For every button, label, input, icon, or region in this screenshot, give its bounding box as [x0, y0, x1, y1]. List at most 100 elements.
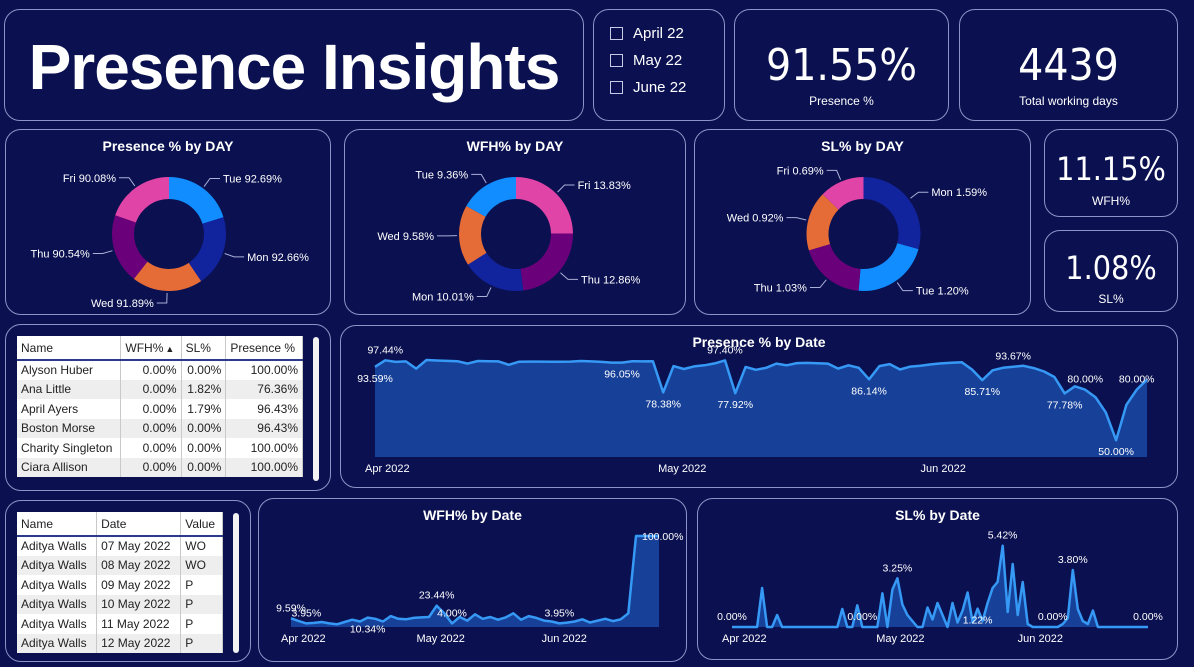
wfh-by-date-chart[interactable]: Apr 2022 May 2022 Jun 20229.59%3.95%10.34%… [259, 499, 687, 662]
kpi-sl-label: SL% [1098, 292, 1124, 306]
leader-line [786, 217, 807, 221]
month-option-june[interactable]: June 22 [610, 79, 686, 96]
kpi-presence-value: 91.55% [766, 40, 917, 91]
column-header-sl[interactable]: SL% [181, 336, 227, 361]
data-label: 23.44% [419, 590, 455, 602]
table-cell: WO [180, 536, 223, 556]
table-scrollbar[interactable] [233, 513, 239, 653]
month-option-april[interactable]: April 22 [610, 25, 684, 42]
table-cell: 0.00% [120, 457, 182, 477]
data-label: 86.14% [851, 385, 887, 397]
slice-label: Mon 1.59% [931, 187, 987, 199]
table-row[interactable]: April Ayers 0.00% 1.79% 96.43% [17, 399, 303, 419]
presence-by-day-donut[interactable]: Tue 92.69% Mon 92.66% Wed 91.89% Thu 90.54%… [6, 130, 331, 315]
table-row[interactable]: Aditya Walls 09 May 2022 P [17, 575, 223, 595]
table-cell: Ciara Allison [17, 457, 122, 477]
data-label: 1.22% [963, 615, 993, 627]
column-header-presence[interactable]: Presence % [225, 336, 303, 361]
data-label: 80.00% [1067, 374, 1103, 386]
leader-line [809, 279, 827, 289]
leader-line [560, 272, 579, 280]
table-cell: Aditya Walls [17, 536, 98, 556]
kpi-wfh-card: 11.15% WFH% [1044, 129, 1178, 217]
data-label: 93.67% [995, 351, 1031, 363]
slice-label: Mon 92.66% [247, 252, 309, 264]
table-row[interactable]: Aditya Walls 11 May 2022 P [17, 614, 223, 634]
data-label: 0.00% [1038, 611, 1068, 623]
table-cell: 09 May 2022 [96, 575, 182, 595]
donut-slice-thu[interactable] [520, 233, 573, 291]
sl-by-day-donut[interactable]: Mon 1.59% Tue 1.20% Thu 1.03% Wed 0.92% Fri … [695, 130, 1031, 315]
leader-line [92, 250, 113, 255]
donut-slice-thu[interactable] [808, 244, 861, 291]
leader-line [557, 184, 575, 193]
column-header-date[interactable]: Date [96, 512, 182, 537]
table-row[interactable]: Ana Little 0.00% 1.82% 76.36% [17, 379, 303, 399]
x-tick-label: Jun 2022 [542, 633, 587, 645]
data-label: 77.78% [1047, 399, 1083, 411]
employee-summary-card: Name WFH% ▲ SL% Presence % Alyson Huber 0.… [5, 324, 331, 491]
table-row[interactable]: Aditya Walls 07 May 2022 WO [17, 536, 223, 556]
table-row[interactable]: Alyson Huber 0.00% 0.00% 100.00% [17, 360, 303, 380]
table-cell: Aditya Walls [17, 614, 98, 634]
sl-by-date-chart[interactable]: Apr 2022 May 2022 Jun 2022 0.00% 0.00% 3.25% 1… [698, 499, 1178, 660]
slice-label: Tue 1.20% [916, 286, 969, 298]
table-cell: Aditya Walls [17, 633, 98, 653]
kpi-wfh-label: WFH% [1092, 194, 1130, 208]
table-cell: 96.43% [225, 418, 303, 438]
chart-title: SL% by Date [895, 507, 980, 523]
table-row[interactable]: Aditya Walls 10 May 2022 P [17, 594, 223, 614]
checkbox-icon[interactable] [610, 54, 623, 67]
column-header-name[interactable]: Name [17, 336, 122, 361]
data-label: 0.00% [717, 611, 747, 623]
table-cell: Boston Morse [17, 418, 122, 438]
table-cell: WO [180, 555, 223, 575]
column-header-wfh[interactable]: WFH% ▲ [120, 336, 182, 361]
table-row[interactable]: Aditya Walls 12 May 2022 P [17, 633, 223, 653]
table-row[interactable]: Aditya Walls 08 May 2022 WO [17, 555, 223, 575]
table-cell: P [180, 594, 223, 614]
table-cell: P [180, 575, 223, 595]
table-cell: 07 May 2022 [96, 536, 182, 556]
x-tick-label: May 2022 [876, 633, 924, 645]
table-cell: 0.00% [120, 360, 182, 380]
data-label: 0.00% [1133, 611, 1163, 623]
table-cell: 1.82% [181, 379, 227, 399]
x-tick-label: May 2022 [417, 633, 465, 645]
donut-slice-tue[interactable] [169, 177, 224, 224]
slice-label: Fri 13.83% [578, 180, 631, 192]
checkbox-icon[interactable] [610, 81, 623, 94]
month-option-may[interactable]: May 22 [610, 52, 682, 69]
table-row[interactable]: Ciara Allison 0.00% 0.00% 100.00% [17, 457, 303, 477]
data-label: 10.34% [350, 624, 386, 636]
presence-by-date-chart[interactable]: Apr 2022 May 2022 Jun 202293.59%97.44%96.0… [341, 326, 1178, 488]
slice-label: Thu 90.54% [30, 249, 90, 261]
slice-label: Wed 91.89% [91, 298, 154, 310]
data-label: 3.25% [883, 562, 913, 574]
table-row[interactable]: Charity Singleton 0.00% 0.00% 100.00% [17, 438, 303, 458]
table-row[interactable]: Boston Morse 0.00% 0.00% 96.43% [17, 418, 303, 438]
table-cell: 0.00% [181, 418, 227, 438]
column-header-name[interactable]: Name [17, 512, 98, 537]
donut-slice-fri[interactable] [115, 177, 169, 223]
slice-label: Mon 10.01% [412, 291, 474, 303]
kpi-presence-card: 91.55% Presence % [734, 9, 949, 121]
table-cell: 0.00% [120, 379, 182, 399]
wfh-by-day-donut[interactable]: Fri 13.83% Thu 12.86% Mon 10.01% Wed 9.58% T… [345, 130, 686, 315]
data-label: 3.95% [291, 607, 321, 619]
data-label: 96.05% [604, 369, 640, 381]
kpi-working-days-value: 4439 [1018, 40, 1119, 91]
column-header-value[interactable]: Value [180, 512, 223, 537]
donut-slice-tue[interactable] [858, 243, 919, 291]
table-cell: 12 May 2022 [96, 633, 182, 653]
slice-label: Tue 92.69% [223, 173, 282, 185]
table-cell: Alyson Huber [17, 360, 122, 380]
checkbox-icon[interactable] [610, 27, 623, 40]
table-cell: 11 May 2022 [96, 614, 182, 634]
table-cell: 08 May 2022 [96, 555, 182, 575]
donut-slice-mon[interactable] [863, 177, 921, 250]
attendance-detail-table: Name Date Value Aditya Walls 07 May 2022 W… [17, 512, 223, 653]
kpi-working-days-label: Total working days [1019, 94, 1118, 108]
table-scrollbar[interactable] [313, 337, 319, 481]
employee-summary-body: Alyson Huber 0.00% 0.00% 100.00% Ana Little 0… [17, 360, 303, 477]
